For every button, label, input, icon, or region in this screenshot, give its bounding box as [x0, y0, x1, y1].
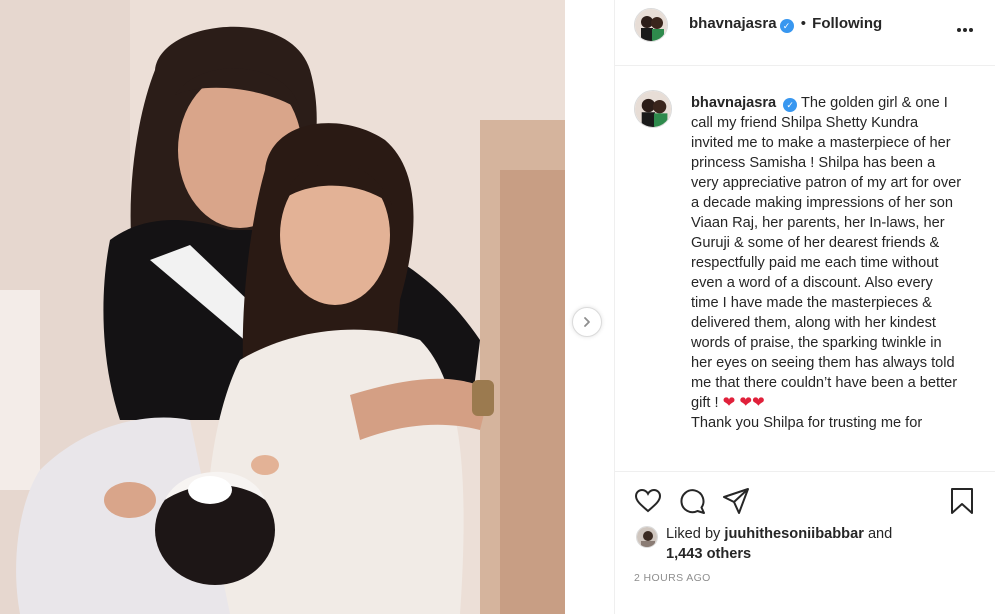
likes-text: Liked by juuhithesoniibabbar and 1,443 o… [666, 524, 956, 564]
caption-continued-text: Thank you Shilpa for trusting me for [691, 415, 923, 431]
liker-username[interactable]: juuhithesoniibabbar [724, 526, 863, 542]
heart-icon[interactable] [633, 486, 663, 516]
post-photo[interactable] [0, 0, 565, 614]
more-options-icon[interactable] [956, 17, 974, 38]
next-photo-button[interactable] [572, 307, 602, 337]
verified-badge-icon: ✓ [779, 19, 794, 33]
comments-section: bhavnajasra ✓ The golden girl & one I cal… [615, 66, 995, 471]
photo-illustration [0, 0, 565, 614]
post-caption: bhavnajasra ✓ The golden girl & one I cal… [691, 93, 963, 433]
caption-text: The golden girl & one I call my friend S… [691, 95, 962, 411]
following-button[interactable]: Following [812, 15, 882, 32]
bookmark-icon[interactable] [947, 486, 977, 516]
verified-badge-icon: ✓ [783, 98, 798, 112]
post-header: bhavnajasra ✓ • Following [615, 0, 995, 66]
caption-username[interactable]: bhavnajasra [691, 95, 776, 111]
caption-author-avatar[interactable] [634, 90, 672, 128]
liker-avatar[interactable] [636, 526, 658, 548]
avatar-image [635, 91, 671, 127]
header-user-line: bhavnajasra ✓ • Following [689, 15, 882, 33]
liked-by-label: Liked by [666, 526, 721, 542]
avatar-image [635, 9, 667, 41]
avatar-image [637, 527, 657, 547]
post-side-panel: bhavnajasra ✓ • Following bhavnajasra ✓ Th… [614, 0, 995, 614]
liked-and-label: and [867, 526, 893, 542]
heart-emojis: ❤ ❤❤ [722, 394, 765, 411]
comment-icon[interactable] [677, 486, 707, 516]
post-actions: Liked by juuhithesoniibabbar and 1,443 o… [615, 471, 995, 614]
separator-dot: • [800, 15, 806, 32]
share-icon[interactable] [721, 486, 751, 516]
ellipsis-icon [957, 28, 973, 32]
post-timestamp[interactable]: 2 HOURS AGO [634, 572, 711, 584]
author-avatar[interactable] [634, 8, 668, 42]
author-username[interactable]: bhavnajasra [689, 15, 777, 32]
chevron-right-icon [584, 317, 590, 327]
likes-count[interactable]: 1,443 others [666, 546, 751, 562]
